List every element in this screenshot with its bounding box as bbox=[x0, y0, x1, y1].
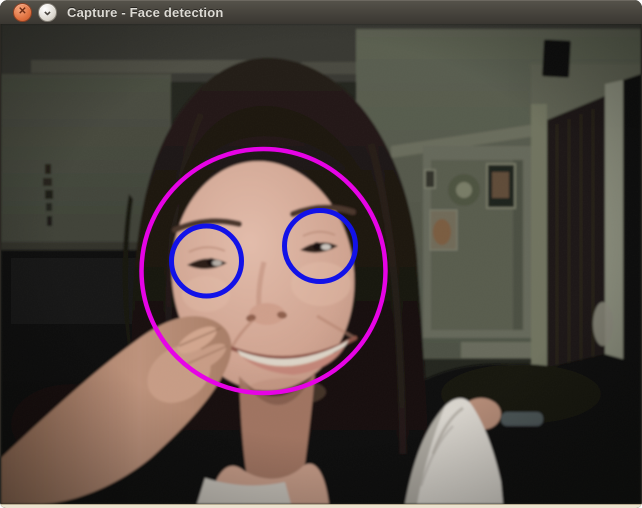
window-title: Capture - Face detection bbox=[67, 4, 224, 20]
vignette bbox=[1, 24, 641, 504]
video-frame bbox=[1, 24, 641, 504]
close-button[interactable]: ✕ bbox=[13, 3, 32, 22]
close-icon: ✕ bbox=[18, 6, 27, 17]
window-bottom-border bbox=[0, 504, 642, 508]
shade-button[interactable]: ⌄ bbox=[38, 3, 57, 22]
chevron-down-icon: ⌄ bbox=[42, 2, 53, 18]
titlebar[interactable]: ✕ ⌄ Capture - Face detection bbox=[0, 0, 642, 24]
app-window: ✕ ⌄ Capture - Face detection bbox=[0, 0, 642, 508]
webcam-video bbox=[1, 24, 641, 504]
